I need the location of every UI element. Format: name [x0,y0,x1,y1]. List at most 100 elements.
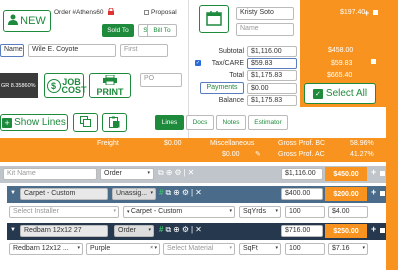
subtotal-label: Subtotal [218,48,244,55]
freight-value: $0.00 [164,140,182,147]
payments-button[interactable]: Payments [200,82,244,94]
line-2-color-select[interactable]: Purple × ▾ [86,243,160,255]
tab-notes[interactable]: Notes [216,115,246,130]
close-icon[interactable]: ✕ [195,188,202,198]
line-2-product-select[interactable]: Redbarn 12x12 ... ▾ [9,243,83,255]
line-2-unit-price[interactable]: $7.16 ▾ [328,243,368,255]
hash-icon[interactable]: # [159,188,163,198]
collapse-icon[interactable]: ▼ [10,227,16,233]
select-all-button[interactable]: ✓ Select All [304,83,376,104]
add-circle-icon[interactable]: ⊕ [173,188,180,198]
tab-bill-to[interactable]: Bill To [147,24,177,37]
dollar-icon: $ [46,78,61,93]
hash-icon[interactable]: # [159,225,163,235]
payments-value: $0.00 [247,83,297,94]
line-2-type-select[interactable]: Order ▾ [114,225,154,237]
po-input[interactable]: PO [140,73,182,87]
gear-icon[interactable]: ⚙ [174,168,181,178]
kit-price: $1,116.00 [281,168,323,180]
new-button[interactable]: NEW [3,10,51,32]
misc-value: $0.00 [222,151,240,158]
copy-icon[interactable]: ⧉ [165,225,171,235]
tab-docs[interactable]: Docs [186,115,214,130]
line-2-price: $716.00 [281,225,323,237]
line-1-qty[interactable]: 100 [285,206,325,218]
side-tax: $59.83 [331,60,353,67]
line-1-price: $400.00 [281,188,323,200]
job-number-badge: GR 8.35860% [0,73,38,98]
plus-square-icon: + [2,117,13,128]
line-1-checkbox[interactable] [380,191,385,196]
gear-icon[interactable]: ⚙ [182,188,189,198]
add-circle-icon[interactable]: ⊕ [173,225,180,235]
line-2-product[interactable]: Redbarn 12x12 27 [20,225,108,237]
subtotal-value: $1,116.00 [247,46,297,57]
pencil-icon[interactable]: ✎ [255,150,261,158]
paste-lines-button[interactable] [102,113,127,132]
contact-secondary-input[interactable]: Name [236,23,294,36]
balance-label: Balance [218,97,244,104]
line-2-add-icon[interactable]: + [371,224,376,234]
first-name-input[interactable]: First [120,44,168,57]
gp-bc-value: 58.96% [350,140,374,147]
tax-checkbox[interactable]: ✓ [195,60,201,66]
order-number: Order #Athens60 [54,9,104,16]
calendar-icon [206,10,222,28]
top-cost-value: $197.40 [340,9,366,16]
gp-bc-label: Gross Prof. BC [278,140,326,147]
line-2-qty[interactable]: 100 [285,243,325,255]
printer-icon [103,74,117,87]
copy-lines-button[interactable] [73,113,98,132]
line-1-badge: $200.00 [325,187,367,201]
contact-name-input[interactable]: Kristy Soto [236,7,294,20]
proposal-label: Proposal [151,9,177,16]
kit-badge: $450.00 [325,167,367,181]
installer-select[interactable]: Select Installer ▾ [9,206,119,218]
job-cost-button[interactable]: $ JOB COST [44,73,87,98]
line-1-unit-price[interactable]: $4.00 [328,206,368,218]
calendar-button[interactable] [199,5,229,33]
line-2-actions: # ⧉ ⊕ ⚙ | ✕ [159,225,202,235]
kit-actions: ⧉ ⊕ ⚙ | ✕ [158,168,195,178]
show-lines-button[interactable]: + Show Lines [0,114,68,131]
line-1-unit-select[interactable]: SqYrds ▾ [239,206,281,218]
summary-bar [0,138,398,162]
line-1-product[interactable]: Carpet - Custom [20,188,108,200]
add-icon[interactable]: + [364,8,369,18]
lock-icon[interactable] [108,7,114,17]
line-2-checkbox[interactable] [380,228,385,233]
print-button[interactable]: PRINT [89,73,131,98]
add-circle-icon[interactable]: ⊕ [166,168,173,178]
gear-icon[interactable]: ⚙ [182,225,189,235]
paste-icon [109,116,120,130]
copy-icon[interactable]: ⧉ [158,168,164,178]
copy-icon[interactable]: ⧉ [165,188,171,198]
tab-sold-to[interactable]: Sold To [102,24,134,37]
check-square-icon: ✓ [312,88,323,99]
kit-checkbox[interactable] [380,171,385,176]
line-1-product-select[interactable]: ▾ Carpet - Custom ▾ [123,206,235,218]
total-value: $1,175.83 [247,70,297,81]
name-type-select[interactable]: Name ▾ [0,44,24,57]
customer-name-input[interactable]: Wile E. Coyote [28,44,116,57]
kit-name-input[interactable]: Kit Name [3,168,97,180]
line-2-unit-select[interactable]: SqFt ▾ [239,243,281,255]
tab-estimator[interactable]: Estimator [248,115,288,130]
side-subtotal: $458.00 [328,47,354,54]
kit-type-select[interactable]: Order ▾ [100,168,154,180]
cost-checkbox[interactable] [373,10,378,15]
right-edge-strip [386,0,398,270]
side-total: $665.40 [327,72,353,79]
gp-ac-value: 41.27% [350,151,374,158]
material-select[interactable]: Select Material ▾ [163,243,235,255]
line-1-add-icon[interactable]: + [371,187,376,197]
tax-value[interactable]: $59.83 [247,58,297,69]
kit-add-icon[interactable]: + [371,167,376,177]
close-icon[interactable]: ✕ [188,168,195,178]
line-1-assign[interactable]: Unassig... ▾ [112,188,156,200]
side-tax-checkbox[interactable] [371,59,376,64]
close-icon[interactable]: ✕ [195,225,202,235]
collapse-icon[interactable]: ▼ [10,190,16,196]
proposal-checkbox[interactable] [144,10,149,15]
tab-lines[interactable]: Lines [155,115,184,130]
